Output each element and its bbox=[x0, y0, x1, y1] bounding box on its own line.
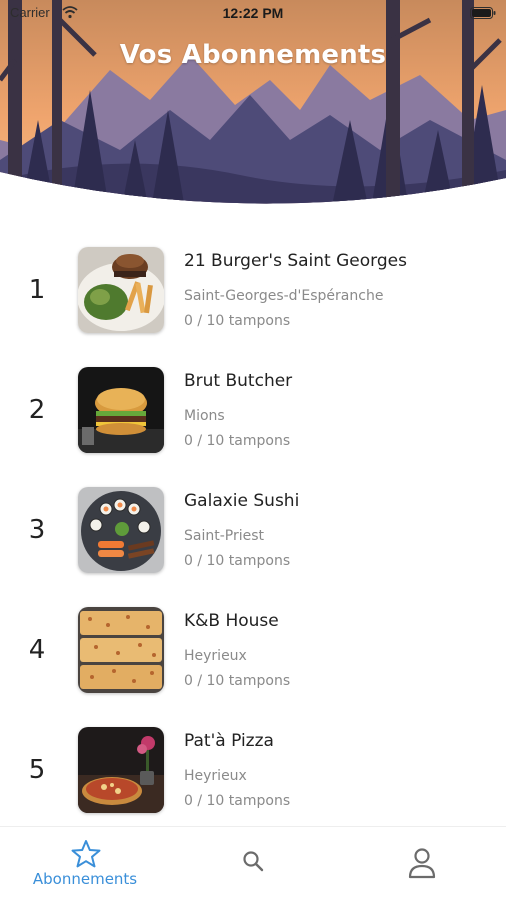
tab-search[interactable] bbox=[170, 827, 336, 900]
list-item[interactable]: 4 K&B House Heyrieux 0 / 10 tampons bbox=[0, 591, 506, 701]
rank-number: 1 bbox=[28, 275, 46, 305]
list-item[interactable]: 2 Brut Butcher Mions 0 / 10 tampons bbox=[0, 351, 506, 461]
restaurant-photo bbox=[78, 487, 164, 573]
restaurant-city: Heyrieux bbox=[184, 648, 247, 664]
rank-number: 2 bbox=[28, 395, 46, 425]
rank-number: 3 bbox=[28, 515, 46, 545]
list-item[interactable]: 5 Pat'à Pizza Heyrieux 0 / 10 tampons bbox=[0, 711, 506, 821]
tab-profile[interactable] bbox=[336, 827, 506, 900]
restaurant-city: Heyrieux bbox=[184, 768, 247, 784]
restaurant-name: Brut Butcher bbox=[184, 371, 293, 391]
user-icon bbox=[408, 848, 436, 879]
search-icon bbox=[243, 851, 264, 872]
pizza-table-photo bbox=[78, 727, 164, 813]
stamp-count: 0 / 10 tampons bbox=[184, 553, 291, 569]
list-item[interactable]: 1 21 Burger's Saint Georges Saint-George… bbox=[0, 231, 506, 341]
restaurant-city: Mions bbox=[184, 408, 225, 424]
restaurant-photo bbox=[78, 727, 164, 813]
restaurant-photo bbox=[78, 607, 164, 693]
restaurant-photo bbox=[78, 247, 164, 333]
burger-plate-photo bbox=[78, 247, 164, 333]
status-bar: Carrier 12:22 PM bbox=[0, 0, 506, 28]
battery-icon bbox=[470, 7, 496, 19]
stamp-count: 0 / 10 tampons bbox=[184, 793, 291, 809]
flatbread-pizza-photo bbox=[78, 607, 164, 693]
restaurant-city: Saint-Georges-d'Espéranche bbox=[184, 288, 384, 304]
sushi-platter-photo bbox=[78, 487, 164, 573]
stamp-count: 0 / 10 tampons bbox=[184, 313, 291, 329]
rank-number: 5 bbox=[28, 755, 46, 785]
header-banner: Carrier 12:22 PM Vos Abonnements bbox=[0, 0, 506, 215]
star-icon bbox=[71, 840, 101, 868]
tab-label: Abonnements bbox=[32, 870, 138, 888]
stamp-count: 0 / 10 tampons bbox=[184, 433, 291, 449]
list-item[interactable]: 3 Galaxie Sushi Saint-Priest 0 / 10 tamp… bbox=[0, 471, 506, 581]
stamp-count: 0 / 10 tampons bbox=[184, 673, 291, 689]
clock: 12:22 PM bbox=[222, 5, 284, 21]
tab-bar: Abonnements bbox=[0, 826, 506, 900]
restaurant-photo bbox=[78, 367, 164, 453]
restaurant-name: Pat'à Pizza bbox=[184, 731, 274, 751]
restaurant-name: K&B House bbox=[184, 611, 279, 631]
restaurant-city: Saint-Priest bbox=[184, 528, 265, 544]
restaurant-name: Galaxie Sushi bbox=[184, 491, 300, 511]
rank-number: 4 bbox=[28, 635, 46, 665]
tab-abonnements[interactable]: Abonnements bbox=[0, 827, 170, 900]
restaurant-name: 21 Burger's Saint Georges bbox=[184, 251, 407, 271]
burger-photo bbox=[78, 367, 164, 453]
mountain-forest-illustration bbox=[0, 0, 506, 204]
page-title: Vos Abonnements bbox=[119, 40, 387, 70]
